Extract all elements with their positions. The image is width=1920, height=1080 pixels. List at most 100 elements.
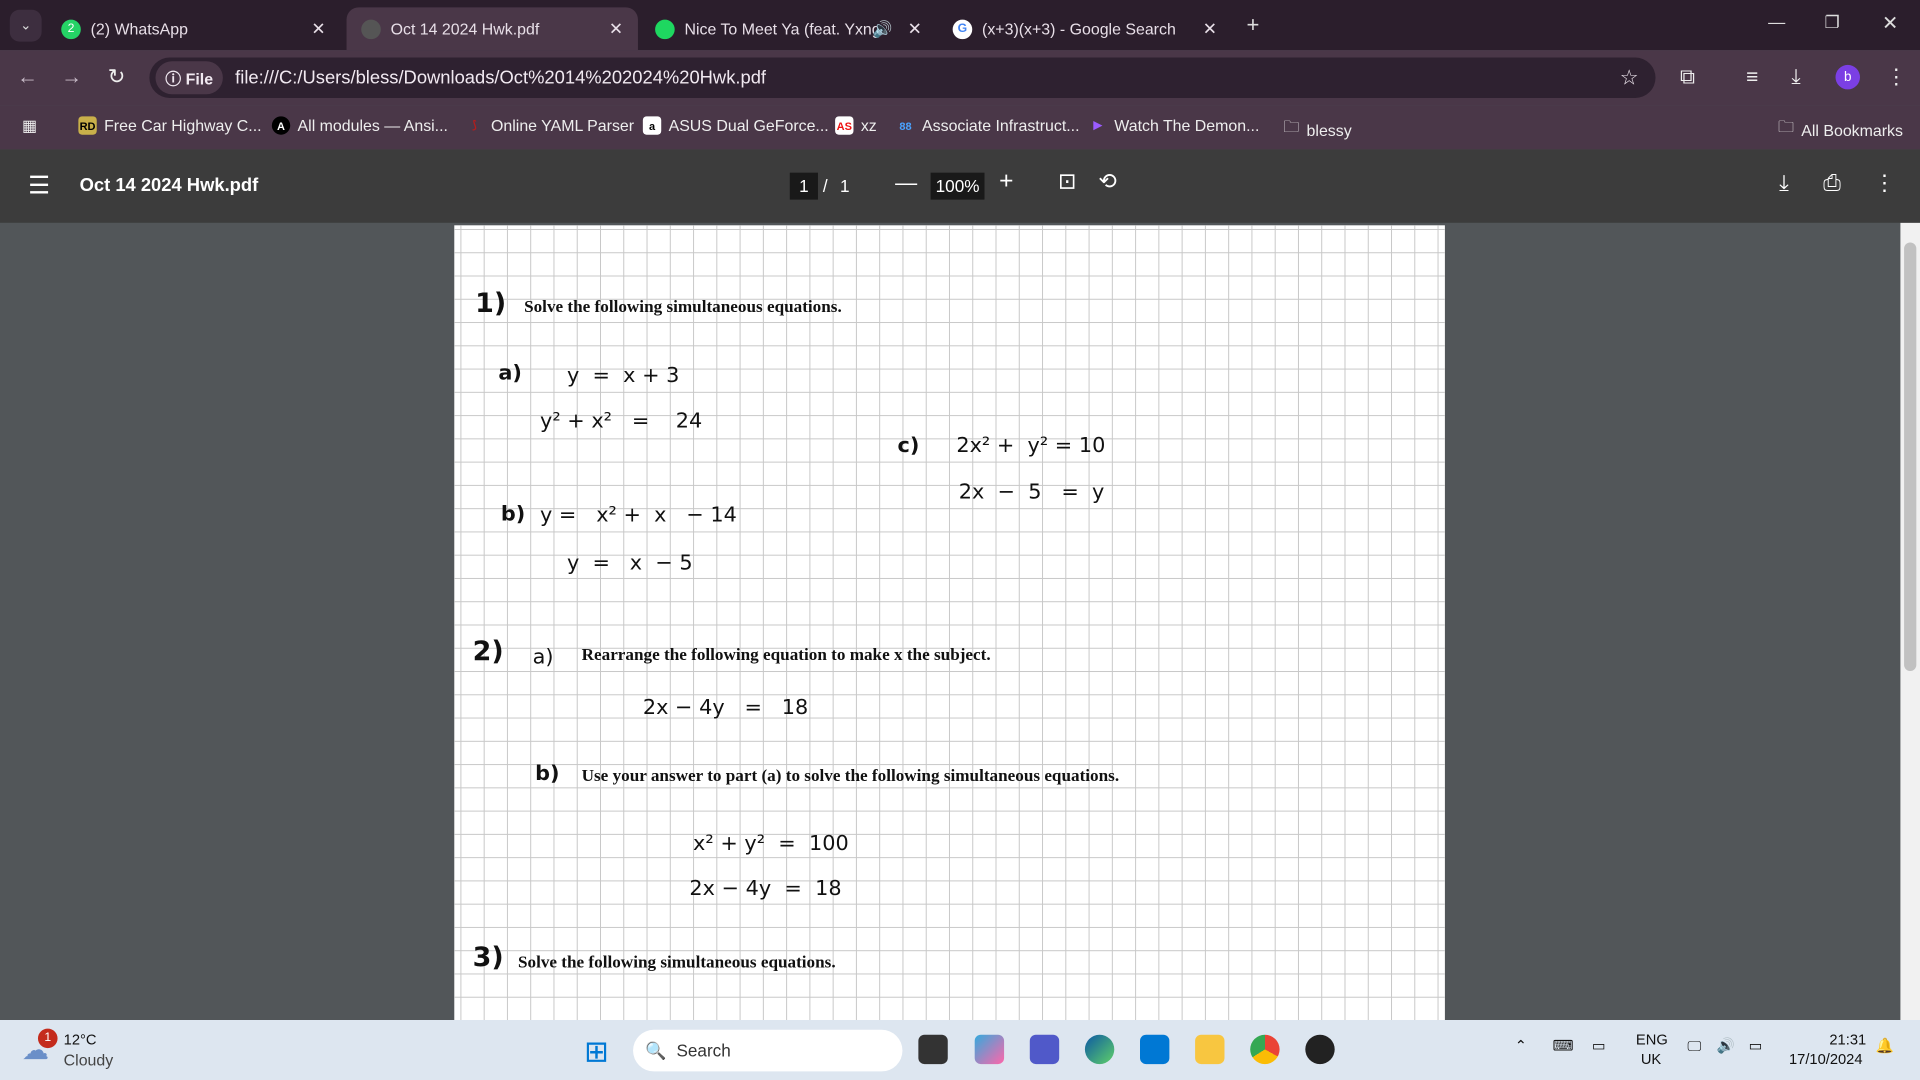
bookmark-label: All modules — Ansi... xyxy=(297,116,448,135)
part-label: b) xyxy=(500,502,526,527)
chip-label: File xyxy=(185,69,214,89)
media-icon[interactable]: ≡ xyxy=(1746,65,1758,89)
menu-icon[interactable]: ⋮ xyxy=(1886,65,1907,89)
close-tab-icon[interactable]: ✕ xyxy=(908,18,922,39)
back-icon[interactable]: ← xyxy=(17,65,38,89)
part-label: c) xyxy=(897,433,920,458)
speaker-icon[interactable]: 🔊 xyxy=(873,19,893,39)
address-bar-row: ← → ↻ ⓘ File file:///C:/Users/bless/Down… xyxy=(0,50,1920,106)
reload-icon[interactable]: ↻ xyxy=(108,65,125,89)
chrome-icon[interactable] xyxy=(1250,1034,1280,1065)
equation: x² + y² = 100 xyxy=(693,831,849,856)
zoom-in-button[interactable]: + xyxy=(999,168,1013,196)
close-tab-icon[interactable]: ✕ xyxy=(609,18,623,39)
print-icon[interactable]: ⎙ xyxy=(1823,170,1841,196)
question-text: Solve the following simultaneous equatio… xyxy=(517,953,836,973)
taskbar: ☁ 1 12°C Cloudy ⊞ 🔍 Search ⌃ ⌨ ▭ ENG UK 🖵… xyxy=(0,1020,1920,1080)
copilot-icon[interactable] xyxy=(974,1034,1005,1065)
close-window-button[interactable]: ✕ xyxy=(1882,11,1898,35)
spotify-icon xyxy=(655,18,675,39)
forward-icon[interactable]: → xyxy=(61,65,82,89)
equation: 2x² + y² = 10 xyxy=(956,433,1106,458)
all-bookmarks[interactable]: 🗀 All Bookmarks xyxy=(1778,116,1903,143)
page-total: 1 xyxy=(840,176,850,196)
pdf-page: 1) Solve the following simultaneous equa… xyxy=(454,225,1445,1034)
profile-avatar[interactable]: b xyxy=(1835,64,1861,90)
scrollbar[interactable] xyxy=(1900,222,1920,1021)
tab-label: Nice To Meet Ya (feat. Yxng xyxy=(684,19,881,38)
more-icon[interactable]: ⋮ xyxy=(1873,170,1895,196)
page-number-input[interactable]: 1 xyxy=(789,172,818,200)
extensions-icon[interactable]: ⧉ xyxy=(1680,65,1695,89)
store-icon[interactable] xyxy=(1140,1034,1170,1065)
new-tab-button[interactable]: + xyxy=(1247,12,1260,38)
bookmark-item[interactable]: RD Free Car Highway C... xyxy=(78,116,262,135)
bookmark-item[interactable]: 88 Associate Infrastruct... xyxy=(896,116,1079,134)
folder-icon: 🗀 xyxy=(1777,117,1794,136)
equation: y = x² + x − 14 xyxy=(540,503,737,528)
equation: 2x − 4y = 18 xyxy=(642,695,809,721)
bookmark-label: Associate Infrastruct... xyxy=(922,116,1080,135)
task-view-icon[interactable] xyxy=(918,1034,948,1065)
teams-icon[interactable] xyxy=(1029,1034,1060,1065)
clock-time[interactable]: 21:31 xyxy=(1829,1031,1866,1048)
tab-pdf[interactable]: Oct 14 2024 Hwk.pdf ✕ xyxy=(346,7,638,51)
globe-icon xyxy=(361,18,381,39)
notification-bell-icon[interactable]: 🔔 xyxy=(1876,1037,1894,1054)
media-player-icon[interactable] xyxy=(1305,1034,1335,1065)
layout-icon[interactable]: ▭ xyxy=(1592,1037,1606,1054)
bookmark-label: All Bookmarks xyxy=(1801,120,1903,139)
file-explorer-icon[interactable] xyxy=(1195,1034,1225,1065)
sidebar-menu-icon[interactable]: ☰ xyxy=(28,170,50,201)
zoom-out-button[interactable]: — xyxy=(895,170,917,196)
minimize-button[interactable]: — xyxy=(1768,12,1785,32)
bookmark-label: Online YAML Parser xyxy=(491,116,635,135)
clock-date[interactable]: 17/10/2024 xyxy=(1789,1051,1863,1068)
bookmark-item[interactable]: ⟆ Online YAML Parser xyxy=(465,116,634,134)
equation: y = x − 5 xyxy=(566,551,693,576)
scrollbar-thumb[interactable] xyxy=(1904,242,1917,672)
bookmark-folder[interactable]: 🗀 blessy xyxy=(1283,116,1351,143)
volume-icon[interactable]: 🔊 xyxy=(1717,1037,1735,1054)
zoom-input[interactable]: 100% xyxy=(930,172,985,200)
language[interactable]: ENG xyxy=(1636,1031,1668,1048)
fit-page-icon[interactable]: ⊡ xyxy=(1058,169,1076,195)
close-tab-icon[interactable]: ✕ xyxy=(311,18,325,39)
part-label: a) xyxy=(498,361,522,386)
windows-start-icon[interactable]: ⊞ xyxy=(584,1035,609,1071)
tab-whatsapp[interactable]: 2 (2) WhatsApp ✕ xyxy=(47,7,341,50)
network-icon[interactable]: 🖵 xyxy=(1687,1037,1701,1055)
download-icon[interactable]: ⤓ xyxy=(1791,65,1800,89)
apps-icon[interactable]: ▦ xyxy=(22,116,37,136)
url-field[interactable]: ⓘ File file:///C:/Users/bless/Downloads/… xyxy=(149,57,1656,98)
taskbar-search[interactable]: 🔍 Search xyxy=(633,1029,903,1072)
bookmark-item[interactable]: AS xz xyxy=(835,116,877,135)
page-separator: / xyxy=(822,176,828,196)
edge-icon[interactable] xyxy=(1084,1034,1115,1065)
question-text: Use your answer to part (a) to solve the… xyxy=(581,767,1120,787)
keyboard-icon[interactable]: ⌨ xyxy=(1553,1037,1574,1054)
bookmark-label: Free Car Highway C... xyxy=(104,116,262,135)
tab-spotify[interactable]: Nice To Meet Ya (feat. Yxng 🔊 ✕ xyxy=(640,7,936,50)
bookmark-label: xz xyxy=(860,116,877,135)
site-info-chip[interactable]: ⓘ File xyxy=(155,61,223,95)
equation: 2x − 5 = y xyxy=(958,480,1105,505)
tab-search-button[interactable]: ⌄ xyxy=(9,9,42,42)
tray-chevron-icon[interactable]: ⌃ xyxy=(1515,1037,1527,1054)
tab-label: Oct 14 2024 Hwk.pdf xyxy=(390,19,540,38)
restore-button[interactable]: ❐ xyxy=(1824,12,1839,33)
bookmark-item[interactable]: a ASUS Dual GeForce... xyxy=(642,116,829,135)
rotate-icon[interactable]: ⟲ xyxy=(1098,169,1116,195)
bookmark-item[interactable]: ▶ Watch The Demon... xyxy=(1089,116,1260,134)
pdf-toolbar: ☰ Oct 14 2024 Hwk.pdf 1 / 1 — 100% + ⊡ ⟲… xyxy=(0,149,1920,223)
close-tab-icon[interactable]: ✕ xyxy=(1203,18,1217,39)
question-number: 1) xyxy=(475,288,507,320)
tab-label: (x+3)(x+3) - Google Search xyxy=(982,19,1176,38)
battery-icon[interactable]: ▭ xyxy=(1749,1037,1763,1054)
download-icon[interactable]: ⤓ xyxy=(1779,170,1789,196)
tab-google[interactable]: G (x+3)(x+3) - Google Search ✕ xyxy=(938,7,1232,50)
url-text: file:///C:/Users/bless/Downloads/Oct%201… xyxy=(235,67,767,89)
star-icon[interactable]: ☆ xyxy=(1620,66,1639,90)
keyboard-layout[interactable]: UK xyxy=(1641,1051,1661,1068)
bookmark-item[interactable]: A All modules — Ansi... xyxy=(271,116,448,135)
